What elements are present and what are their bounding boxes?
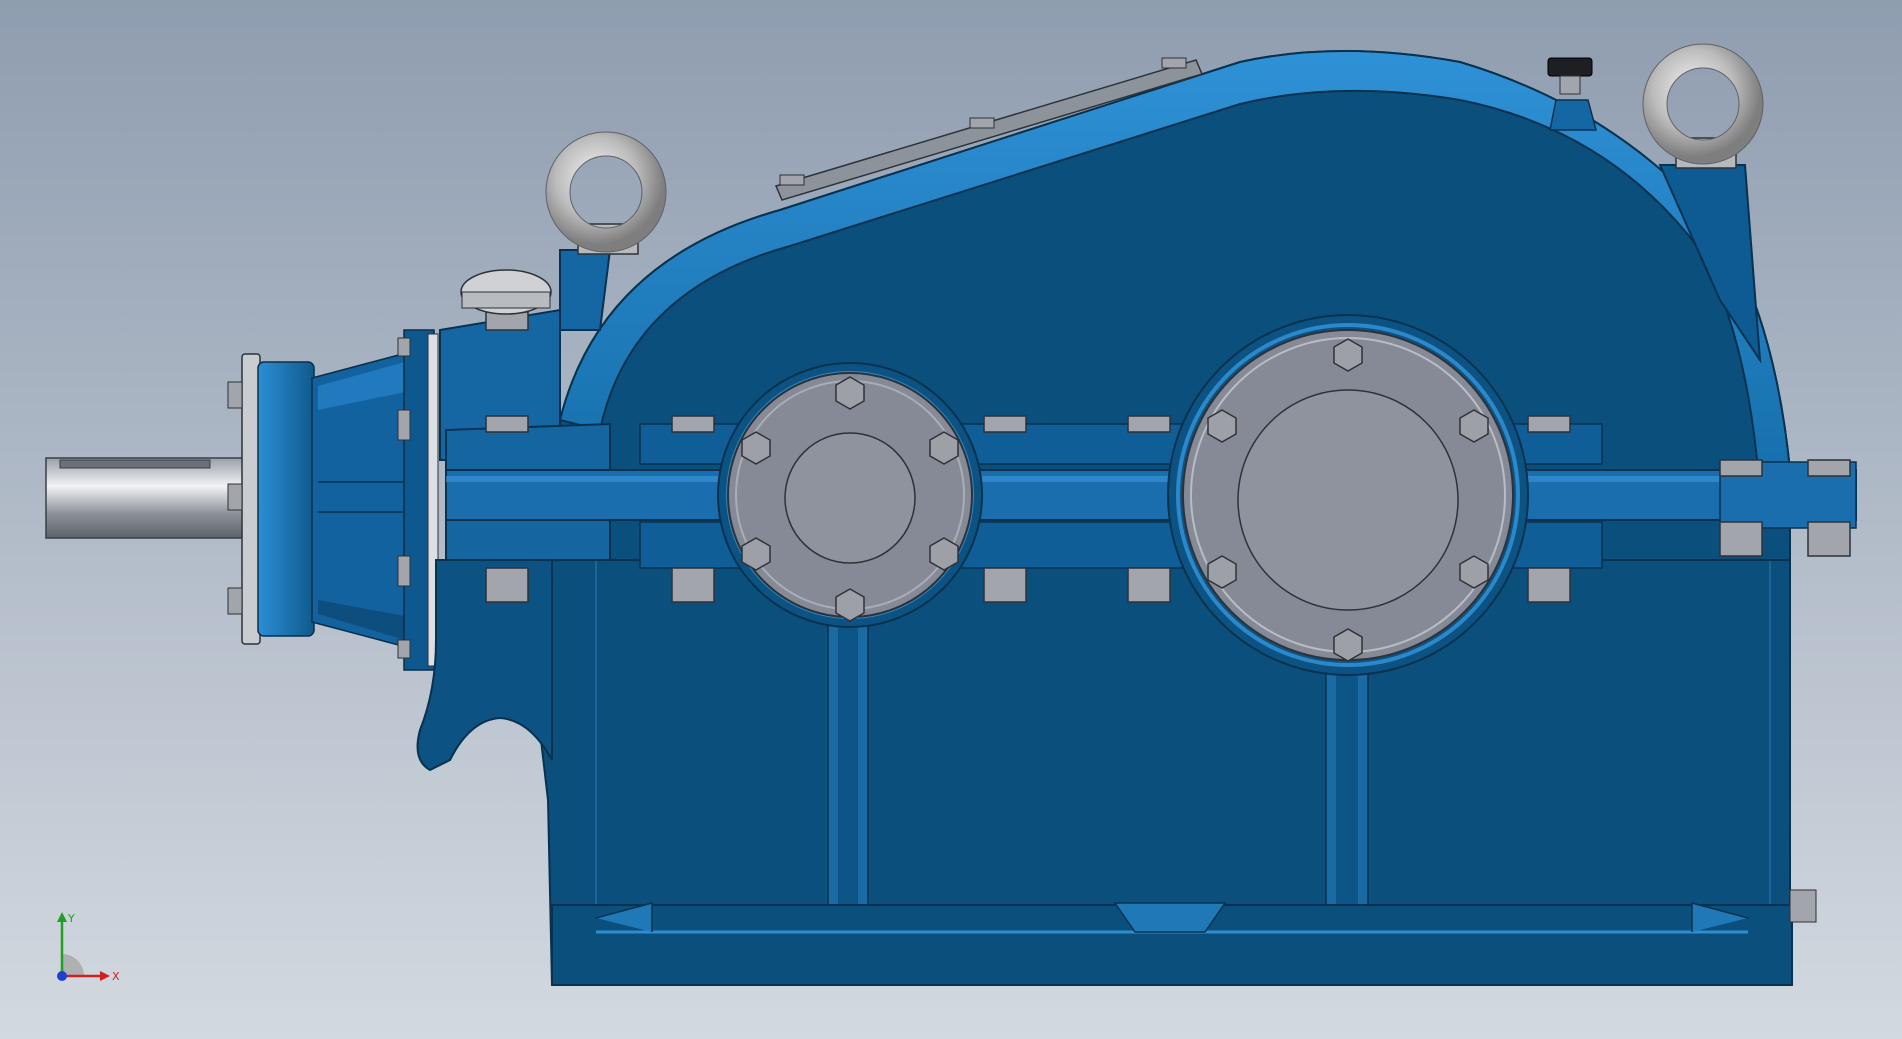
y-axis-label: Y: [67, 912, 75, 925]
lower-housing: [416, 559, 1817, 986]
x-axis-arrow: [100, 971, 110, 981]
z-axis-dot: [57, 971, 67, 981]
eyebolt-right: [1642, 43, 1764, 169]
eyebolt-left: [545, 131, 667, 255]
input-flange: [227, 353, 315, 645]
y-axis-arrow: [57, 912, 67, 922]
bearing-carrier: [311, 329, 439, 671]
x-axis-label: X: [112, 970, 120, 983]
cad-model-scene[interactable]: [0, 0, 1902, 1039]
graphics-viewport[interactable]: Y X: [0, 0, 1902, 1039]
breather-right: [1547, 57, 1593, 95]
input-shaft: [45, 457, 247, 539]
bearing-cover-right: [1182, 329, 1514, 661]
reference-triad: Y X: [57, 912, 120, 983]
